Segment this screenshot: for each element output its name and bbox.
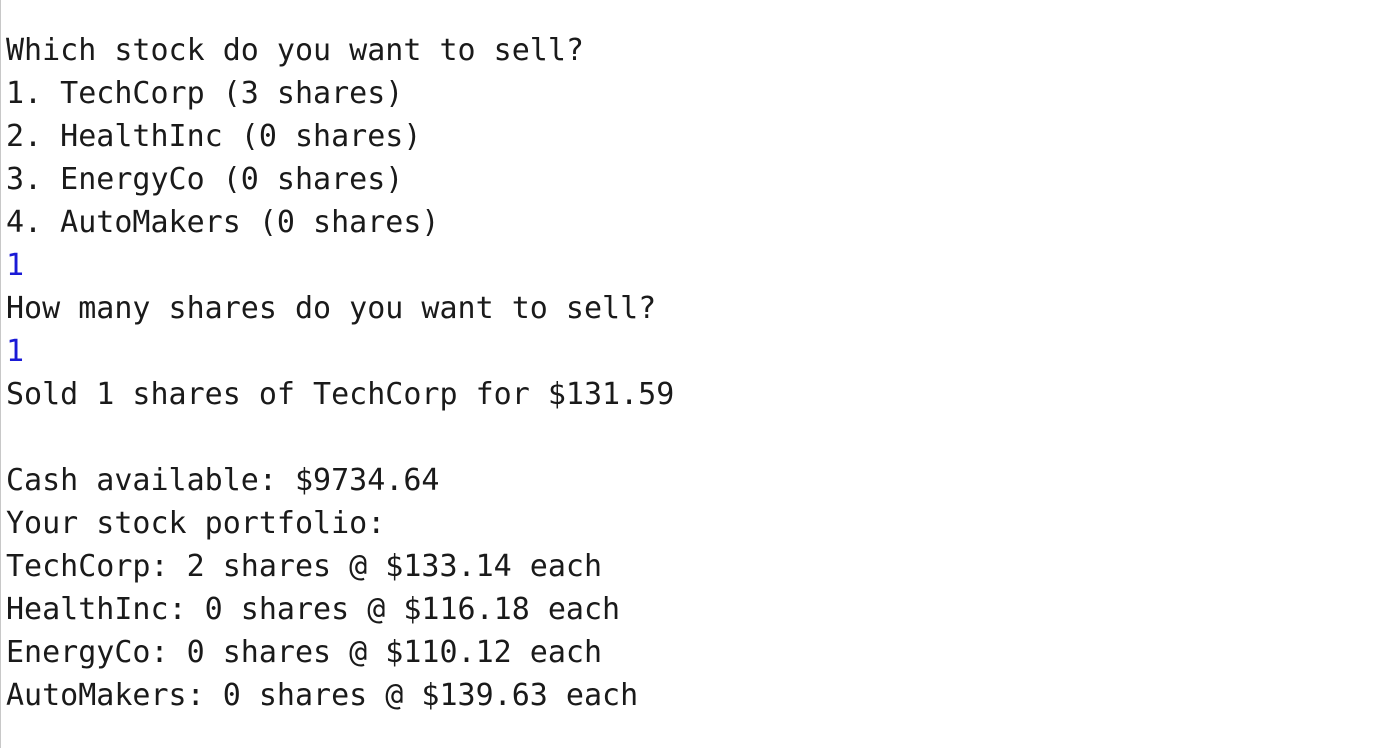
prompt-how-many-shares: How many shares do you want to sell? xyxy=(6,291,657,326)
stock-option-4: 4. AutoMakers (0 shares) xyxy=(6,205,440,240)
stock-option-2: 2. HealthInc (0 shares) xyxy=(6,119,422,154)
console-output[interactable]: Which stock do you want to sell? 1. Tech… xyxy=(0,0,1378,748)
portfolio-row-techcorp: TechCorp: 2 shares @ $133.14 each xyxy=(6,549,603,584)
prompt-which-stock: Which stock do you want to sell? xyxy=(6,33,584,68)
portfolio-row-automakers: AutoMakers: 0 shares @ $139.63 each xyxy=(6,678,639,713)
sale-confirmation: Sold 1 shares of TechCorp for $131.59 xyxy=(6,377,675,412)
portfolio-row-healthinc: HealthInc: 0 shares @ $116.18 each xyxy=(6,592,621,627)
portfolio-row-energyco: EnergyCo: 0 shares @ $110.12 each xyxy=(6,635,603,670)
user-input-stock-choice: 1 xyxy=(6,248,25,283)
portfolio-heading: Your stock portfolio: xyxy=(6,506,386,541)
stock-option-3: 3. EnergyCo (0 shares) xyxy=(6,162,404,197)
user-input-share-count: 1 xyxy=(6,334,25,369)
cash-available: Cash available: $9734.64 xyxy=(6,463,440,498)
stock-option-1: 1. TechCorp (3 shares) xyxy=(6,76,404,111)
